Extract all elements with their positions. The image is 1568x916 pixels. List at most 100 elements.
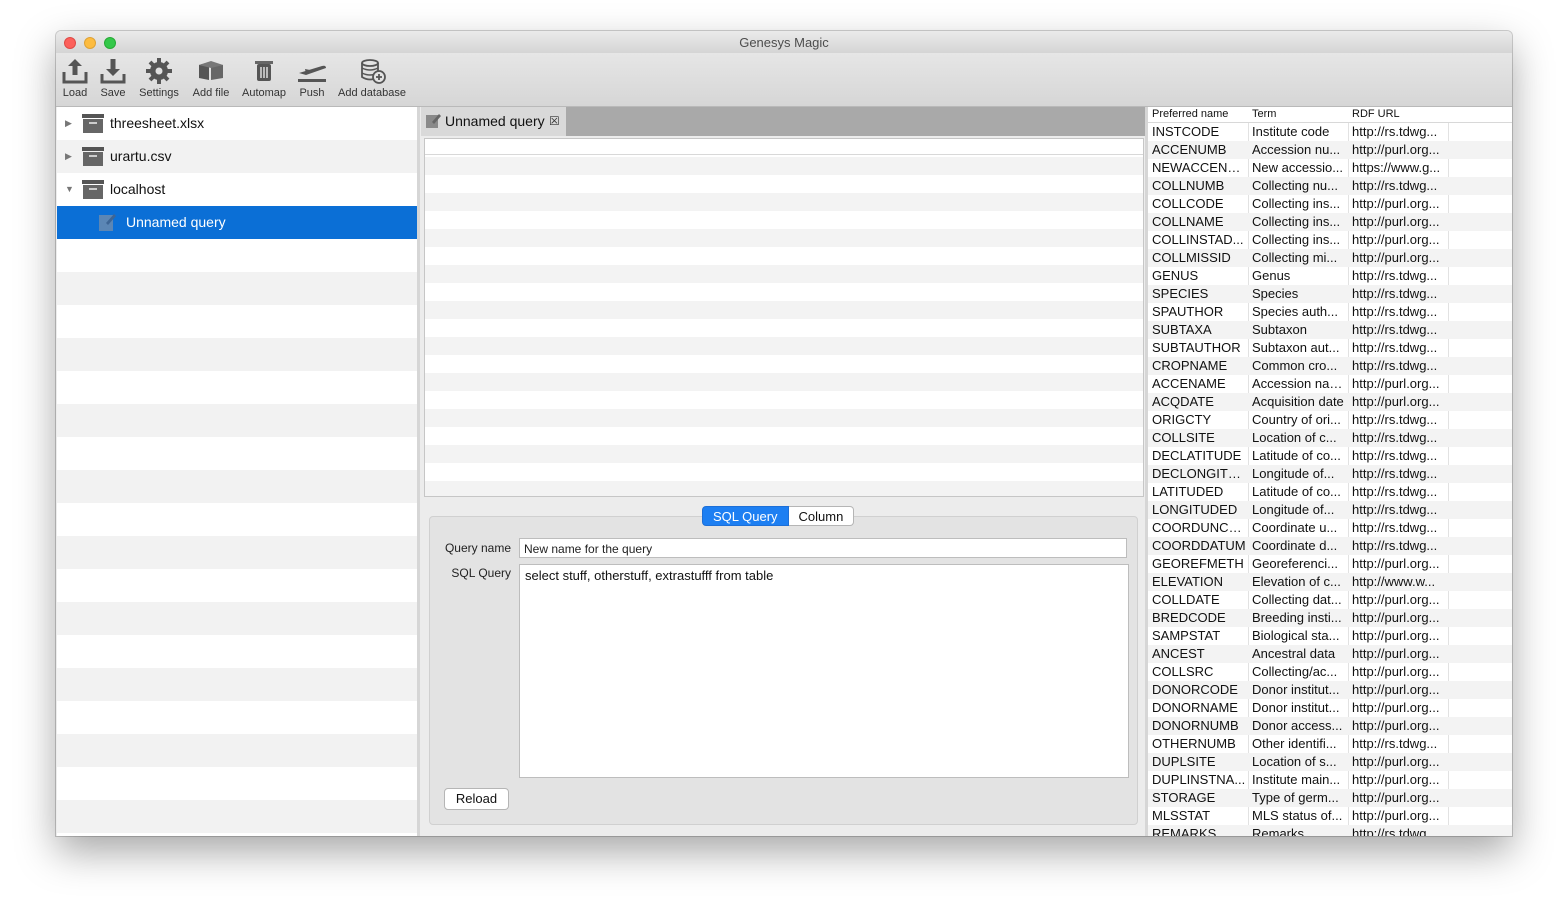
query-page-icon xyxy=(426,114,441,128)
table-row[interactable]: COORDDATUM Coordinate d... http://rs.tdwg.… xyxy=(1148,537,1512,555)
database-add-icon xyxy=(361,59,386,84)
tree-item-urartu[interactable]: ▶ urartu.csv xyxy=(57,140,417,173)
table-row[interactable]: REMARKS Remarks http://rs.tdwg... xyxy=(1148,825,1512,836)
table-row[interactable]: DUPLSITE Location of s... http://purl.org.… xyxy=(1148,753,1512,771)
table-row[interactable]: NEWACCENU... New accessio... https://www.g… xyxy=(1148,159,1512,177)
table-row[interactable]: DECLONGITU... Longitude of... http://rs.td… xyxy=(1148,465,1512,483)
table-row[interactable]: ELEVATION Elevation of c... http://www.w..… xyxy=(1148,573,1512,591)
table-row[interactable]: DECLATITUDE Latitude of co... http://rs.td… xyxy=(1148,447,1512,465)
table-row[interactable]: CROPNAME Common cro... http://rs.tdwg... xyxy=(1148,357,1512,375)
table-row[interactable]: LATITUDED Latitude of co... http://rs.tdwg… xyxy=(1148,483,1512,501)
table-row[interactable]: COORDUNCERT Coordinate u... http://rs.tdwg… xyxy=(1148,519,1512,537)
rdf-url-cell: http://purl.org... xyxy=(1352,754,1440,769)
rdf-url-cell: http://purl.org... xyxy=(1352,196,1440,211)
disclosure-collapsed-icon[interactable]: ▶ xyxy=(65,107,72,140)
table-row[interactable]: DONORNUMB Donor access... http://purl.org.… xyxy=(1148,717,1512,735)
table-row[interactable]: ACCENAME Accession name http://purl.org... xyxy=(1148,375,1512,393)
rdf-url-cell: http://rs.tdwg... xyxy=(1352,286,1438,301)
tree-item-localhost[interactable]: ▼ localhost xyxy=(57,173,417,206)
save-label: Save xyxy=(100,87,126,99)
table-row[interactable]: COLLNAME Collecting ins... http://purl.org… xyxy=(1148,213,1512,231)
table-row[interactable]: SAMPSTAT Biological sta... http://purl.org… xyxy=(1148,627,1512,645)
preferred-name-cell: ACQDATE xyxy=(1152,394,1214,409)
rdf-url-cell: http://rs.tdwg... xyxy=(1352,448,1438,463)
table-row[interactable]: STORAGE Type of germ... http://purl.org... xyxy=(1148,789,1512,807)
rdf-url-cell: http://rs.tdwg... xyxy=(1352,358,1438,373)
rdf-url-cell: http://purl.org... xyxy=(1352,394,1440,409)
table-row[interactable]: BREDCODE Breeding insti... http://purl.org… xyxy=(1148,609,1512,627)
table-row[interactable]: MLSSTAT MLS status of... http://purl.org..… xyxy=(1148,807,1512,825)
sql-query-label: SQL Query xyxy=(451,566,511,580)
close-tab-icon[interactable]: ☒ xyxy=(549,107,560,136)
table-row[interactable]: COLLMISSID Collecting mi... http://purl.or… xyxy=(1148,249,1512,267)
rdf-url-cell: http://rs.tdwg... xyxy=(1352,502,1438,517)
save-button[interactable]: Save xyxy=(97,56,129,99)
table-row[interactable]: SUBTAXA Subtaxon http://rs.tdwg... xyxy=(1148,321,1512,339)
preferred-name-cell: INSTCODE xyxy=(1152,124,1220,139)
preferred-name-cell: COORDDATUM xyxy=(1152,538,1246,553)
table-row[interactable]: ANCEST Ancestral data http://purl.org... xyxy=(1148,645,1512,663)
sql-query-textarea[interactable]: select stuff, otherstuff, extrastufff fr… xyxy=(519,564,1129,778)
table-row[interactable]: LONGITUDED Longitude of... http://rs.tdwg.… xyxy=(1148,501,1512,519)
table-row[interactable]: INSTCODE Institute code http://rs.tdwg... xyxy=(1148,123,1512,141)
table-row[interactable]: COLLDATE Collecting dat... http://purl.org… xyxy=(1148,591,1512,609)
term-cell: Subtaxon aut... xyxy=(1252,340,1340,355)
term-cell: Breeding insti... xyxy=(1252,610,1342,625)
left-splitter[interactable] xyxy=(417,107,420,836)
column-header-rdf-url[interactable]: RDF URL xyxy=(1352,107,1400,122)
table-row[interactable]: COLLSRC Collecting/ac... http://purl.org..… xyxy=(1148,663,1512,681)
disclosure-expanded-icon[interactable]: ▼ xyxy=(65,173,74,206)
reload-button[interactable]: Reload xyxy=(444,788,509,810)
table-row[interactable]: DONORNAME Donor institut... http://purl.or… xyxy=(1148,699,1512,717)
preferred-name-cell: ANCEST xyxy=(1152,646,1205,661)
rdf-url-cell: https://www.g... xyxy=(1352,160,1441,175)
add-file-button[interactable]: Add file xyxy=(189,56,233,99)
term-cell: Country of ori... xyxy=(1252,412,1341,427)
add-database-button[interactable]: Add database xyxy=(335,56,409,99)
segment-sql-query[interactable]: SQL Query xyxy=(702,506,789,526)
rdf-url-cell: http://rs.tdwg... xyxy=(1352,736,1438,751)
rdf-url-cell: http://purl.org... xyxy=(1352,682,1440,697)
table-row[interactable]: COLLNUMB Collecting nu... http://rs.tdwg..… xyxy=(1148,177,1512,195)
term-cell: Acquisition date xyxy=(1252,394,1344,409)
terms-table: Preferred name Term RDF URL INSTCODE Inst… xyxy=(1148,107,1512,836)
close-window-button[interactable] xyxy=(64,37,76,49)
airplane-icon xyxy=(298,65,326,82)
table-row[interactable]: ORIGCTY Country of ori... http://rs.tdwg..… xyxy=(1148,411,1512,429)
table-row[interactable]: GEOREFMETH Georeferenci... http://purl.org… xyxy=(1148,555,1512,573)
push-button[interactable]: Push xyxy=(293,56,331,99)
upload-icon xyxy=(62,59,88,84)
query-name-input[interactable]: New name for the query xyxy=(519,538,1127,558)
disclosure-collapsed-icon[interactable]: ▶ xyxy=(65,140,72,173)
trash-icon xyxy=(255,61,273,81)
segment-column[interactable]: Column xyxy=(788,506,855,526)
table-row[interactable]: SUBTAUTHOR Subtaxon aut... http://rs.tdwg.… xyxy=(1148,339,1512,357)
table-row[interactable]: DUPLINSTNA... Institute main... http://pur… xyxy=(1148,771,1512,789)
table-row[interactable]: GENUS Genus http://rs.tdwg... xyxy=(1148,267,1512,285)
table-row[interactable]: COLLCODE Collecting ins... http://purl.org… xyxy=(1148,195,1512,213)
boxes-icon xyxy=(199,61,223,80)
column-header-term[interactable]: Term xyxy=(1252,107,1276,122)
tree-item-unnamed-query[interactable]: Unnamed query xyxy=(57,206,417,239)
settings-button[interactable]: Settings xyxy=(135,56,183,99)
table-row[interactable]: COLLINSTAD... Collecting ins... http://pur… xyxy=(1148,231,1512,249)
term-cell: Other identifi... xyxy=(1252,736,1337,751)
table-row[interactable]: DONORCODE Donor institut... http://purl.or… xyxy=(1148,681,1512,699)
rdf-url-cell: http://rs.tdwg... xyxy=(1352,430,1438,445)
tree-item-threesheet[interactable]: ▶ threesheet.xlsx xyxy=(57,107,417,140)
rdf-url-cell: http://purl.org... xyxy=(1352,628,1440,643)
table-row[interactable]: ACQDATE Acquisition date http://purl.org..… xyxy=(1148,393,1512,411)
table-row[interactable]: SPAUTHOR Species auth... http://rs.tdwg... xyxy=(1148,303,1512,321)
table-row[interactable]: ACCENUMB Accession nu... http://purl.org..… xyxy=(1148,141,1512,159)
tab-unnamed-query[interactable]: Unnamed query ☒ xyxy=(421,107,566,136)
minimize-window-button[interactable] xyxy=(84,37,96,49)
toolbar: Load Save Settings Add file Automap Push… xyxy=(56,53,1512,107)
table-row[interactable]: OTHERNUMB Other identifi... http://rs.tdwg… xyxy=(1148,735,1512,753)
load-button[interactable]: Load xyxy=(59,56,91,99)
zoom-window-button[interactable] xyxy=(104,37,116,49)
column-header-preferred-name[interactable]: Preferred name xyxy=(1152,107,1228,122)
term-cell: Subtaxon xyxy=(1252,322,1307,337)
table-row[interactable]: SPECIES Species http://rs.tdwg... xyxy=(1148,285,1512,303)
automap-button[interactable]: Automap xyxy=(239,56,289,99)
table-row[interactable]: COLLSITE Location of c... http://rs.tdwg..… xyxy=(1148,429,1512,447)
